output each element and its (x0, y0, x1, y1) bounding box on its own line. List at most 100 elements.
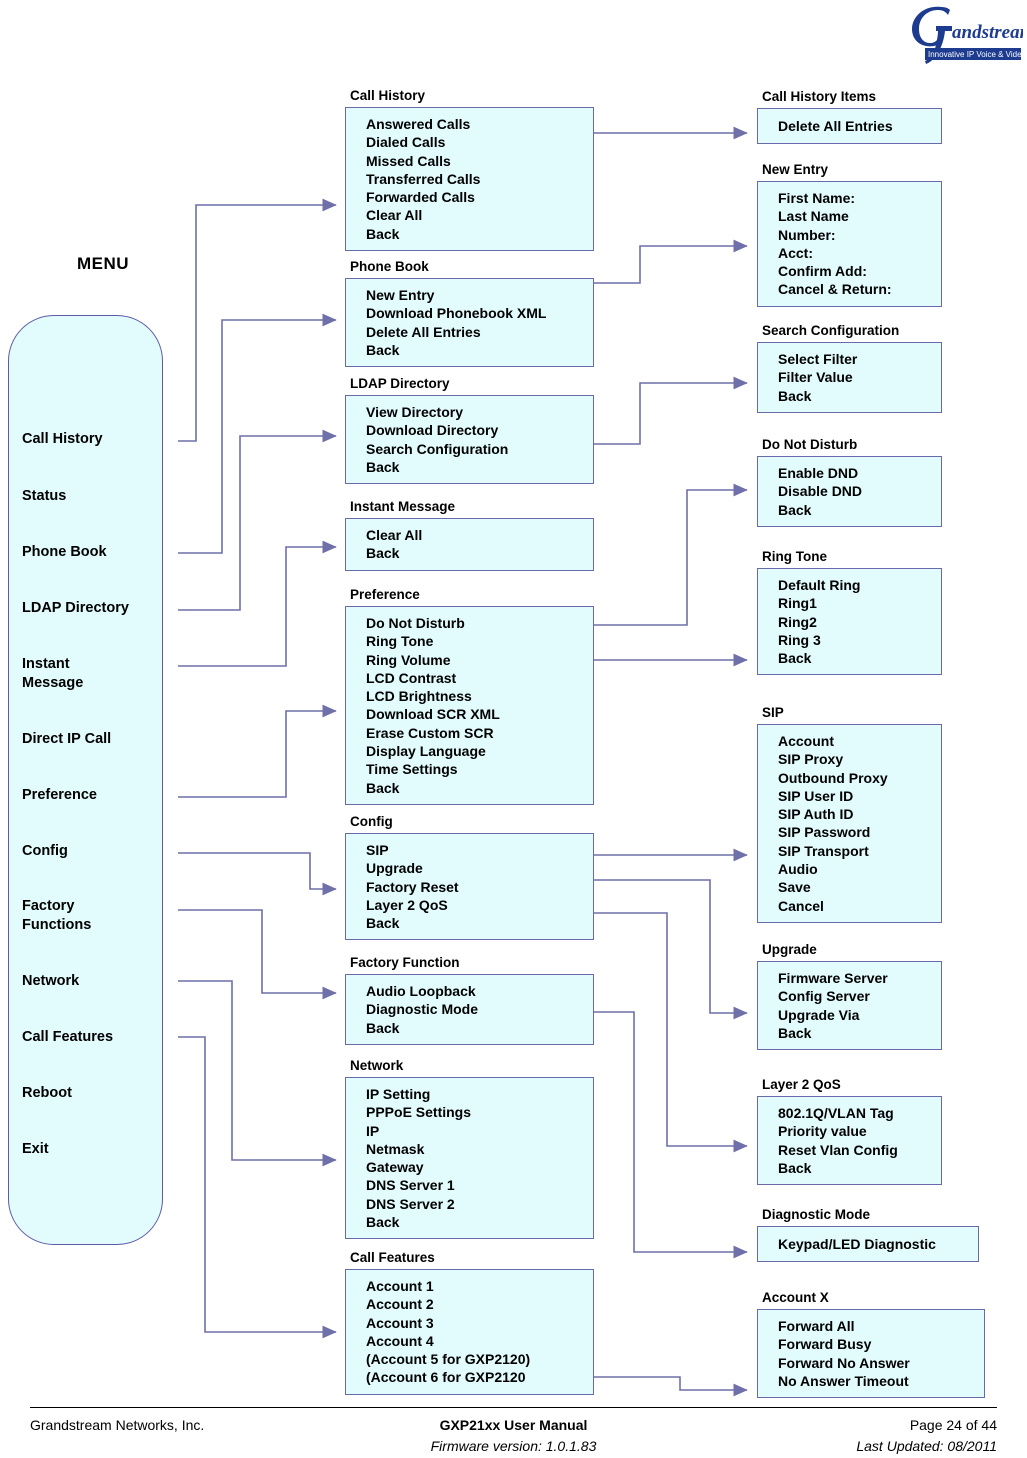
menu-option[interactable]: Account (758, 732, 941, 750)
menu-option[interactable]: Time Settings (346, 760, 593, 778)
menu-option[interactable]: Default Ring (758, 576, 941, 594)
menu-option[interactable]: Account 3 (346, 1314, 593, 1332)
menu-option[interactable]: Filter Value (758, 368, 941, 386)
menu-item-exit[interactable]: Exit (22, 1140, 49, 1159)
menu-option[interactable]: Gateway (346, 1158, 593, 1176)
menu-option[interactable]: LCD Brightness (346, 687, 593, 705)
menu-option[interactable]: DNS Server 2 (346, 1195, 593, 1213)
menu-option[interactable]: Account 2 (346, 1295, 593, 1313)
menu-item-reboot[interactable]: Reboot (22, 1084, 72, 1103)
menu-option[interactable]: Disable DND (758, 482, 941, 500)
menu-option[interactable]: Back (346, 1019, 593, 1037)
menu-option[interactable]: IP (346, 1122, 593, 1140)
menu-option[interactable]: Display Language (346, 742, 593, 760)
menu-option[interactable]: Back (346, 914, 593, 932)
menu-option[interactable]: Config Server (758, 987, 941, 1005)
menu-option[interactable]: Forward No Answer (758, 1354, 984, 1372)
menu-option[interactable]: Back (758, 501, 941, 519)
menu-option[interactable]: Delete All Entries (758, 116, 941, 136)
menu-item-status[interactable]: Status (22, 487, 66, 506)
menu-option[interactable]: Forwarded Calls (346, 188, 593, 206)
menu-item-ldap-directory[interactable]: LDAP Directory (22, 599, 129, 618)
menu-option[interactable]: Missed Calls (346, 152, 593, 170)
menu-option[interactable]: Delete All Entries (346, 323, 593, 341)
menu-option[interactable]: SIP (346, 841, 593, 859)
menu-option[interactable]: Upgrade Via (758, 1006, 941, 1024)
menu-option[interactable]: SIP Auth ID (758, 805, 941, 823)
menu-option[interactable]: Audio Loopback (346, 982, 593, 1000)
menu-option[interactable]: Ring1 (758, 594, 941, 612)
menu-option[interactable]: SIP User ID (758, 787, 941, 805)
menu-option[interactable]: Clear All (346, 526, 593, 544)
menu-option[interactable]: Back (346, 779, 593, 797)
menu-option[interactable]: SIP Transport (758, 842, 941, 860)
menu-option[interactable]: Dialed Calls (346, 133, 593, 151)
menu-item-network[interactable]: Network (22, 972, 79, 991)
menu-option[interactable]: Save (758, 878, 941, 896)
menu-option[interactable]: Keypad/LED Diagnostic (758, 1234, 978, 1254)
menu-option[interactable]: Back (758, 1024, 941, 1042)
menu-option[interactable]: PPPoE Settings (346, 1103, 593, 1121)
menu-option[interactable]: (Account 6 for GXP2120 (346, 1368, 593, 1386)
menu-option[interactable]: New Entry (346, 286, 593, 304)
menu-item-direct-ip-call[interactable]: Direct IP Call (22, 730, 111, 749)
menu-option[interactable]: Audio (758, 860, 941, 878)
menu-option[interactable]: Account 4 (346, 1332, 593, 1350)
menu-option[interactable]: Download Directory (346, 421, 593, 439)
menu-option[interactable]: Select Filter (758, 350, 941, 368)
menu-option[interactable]: Reset Vlan Config (758, 1141, 941, 1159)
menu-option[interactable]: Back (346, 544, 593, 562)
menu-option[interactable]: Search Configuration (346, 440, 593, 458)
menu-option[interactable]: 802.1Q/VLAN Tag (758, 1104, 941, 1122)
menu-option[interactable]: LCD Contrast (346, 669, 593, 687)
menu-option[interactable]: Back (758, 649, 941, 667)
menu-option[interactable]: Forward Busy (758, 1335, 984, 1353)
menu-option[interactable]: Ring Tone (346, 632, 593, 650)
menu-option[interactable]: IP Setting (346, 1085, 593, 1103)
menu-option[interactable]: SIP Password (758, 823, 941, 841)
menu-option[interactable]: Factory Reset (346, 878, 593, 896)
menu-option[interactable]: Diagnostic Mode (346, 1000, 593, 1018)
menu-item-phone-book[interactable]: Phone Book (22, 543, 107, 562)
menu-option[interactable]: Ring 3 (758, 631, 941, 649)
menu-option[interactable]: Enable DND (758, 464, 941, 482)
menu-option[interactable]: Layer 2 QoS (346, 896, 593, 914)
menu-option[interactable]: Transferred Calls (346, 170, 593, 188)
menu-option[interactable]: Forward All (758, 1317, 984, 1335)
menu-item-factory-functions[interactable]: Factory Functions (22, 897, 91, 935)
menu-option[interactable]: Back (346, 341, 593, 359)
menu-option[interactable]: Ring Volume (346, 651, 593, 669)
menu-option[interactable]: First Name: (758, 189, 941, 207)
menu-option[interactable]: Account 1 (346, 1277, 593, 1295)
menu-item-config[interactable]: Config (22, 842, 68, 861)
menu-option[interactable]: Number: (758, 226, 941, 244)
menu-option[interactable]: Back (758, 387, 941, 405)
menu-item-call-history[interactable]: Call History (22, 430, 103, 449)
menu-option[interactable]: Download SCR XML (346, 705, 593, 723)
menu-option[interactable]: No Answer Timeout (758, 1372, 984, 1390)
menu-item-preference[interactable]: Preference (22, 786, 97, 805)
menu-option[interactable]: Back (346, 1213, 593, 1231)
menu-option[interactable]: Outbound Proxy (758, 769, 941, 787)
menu-option[interactable]: Netmask (346, 1140, 593, 1158)
menu-option[interactable]: Do Not Disturb (346, 614, 593, 632)
menu-option[interactable]: Priority value (758, 1122, 941, 1140)
menu-option[interactable]: Clear All (346, 206, 593, 224)
menu-option[interactable]: (Account 5 for GXP2120) (346, 1350, 593, 1368)
menu-item-call-features[interactable]: Call Features (22, 1028, 113, 1047)
menu-option[interactable]: Back (346, 225, 593, 243)
menu-option[interactable]: Firmware Server (758, 969, 941, 987)
menu-option[interactable]: Erase Custom SCR (346, 724, 593, 742)
menu-option[interactable]: Answered Calls (346, 115, 593, 133)
menu-option[interactable]: Cancel (758, 897, 941, 915)
menu-option[interactable]: Upgrade (346, 859, 593, 877)
menu-option[interactable]: Back (758, 1159, 941, 1177)
menu-option[interactable]: Ring2 (758, 613, 941, 631)
menu-option[interactable]: DNS Server 1 (346, 1176, 593, 1194)
menu-option[interactable]: Acct: (758, 244, 941, 262)
menu-option[interactable]: Confirm Add: (758, 262, 941, 280)
menu-item-instant-message[interactable]: Instant Message (22, 655, 83, 693)
menu-option[interactable]: SIP Proxy (758, 750, 941, 768)
menu-option[interactable]: Back (346, 458, 593, 476)
menu-option[interactable]: Last Name (758, 207, 941, 225)
